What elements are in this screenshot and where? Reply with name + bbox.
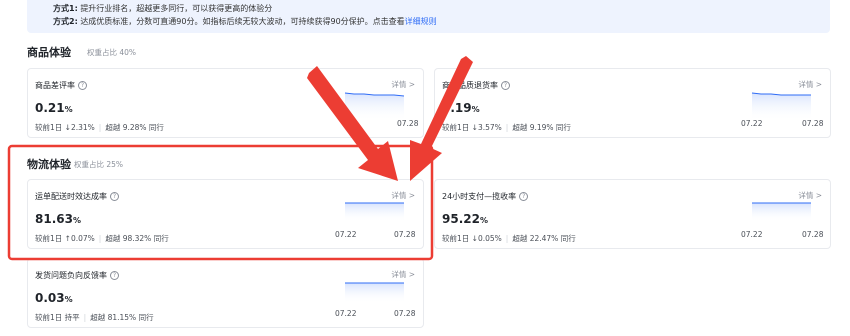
beat-text: 超越 9.19% 同行 (512, 123, 571, 132)
date-end: 07.28 (394, 230, 416, 239)
sparkline-chart (752, 202, 811, 222)
date-start: 07.22 (741, 230, 763, 239)
metric-name: 商品差评率 (35, 81, 75, 90)
divider: | (98, 123, 102, 132)
metric-value: 95.22 (442, 212, 480, 226)
beat-text: 超越 22.47% 同行 (512, 234, 576, 243)
metric-value: 81.63 (35, 212, 73, 226)
compare-label: 较前1日 (442, 234, 470, 243)
compare-value: 2.31% (70, 123, 95, 132)
date-start: 07.22 (741, 119, 763, 128)
metric-value: 0.19 (442, 101, 472, 115)
rules-link[interactable]: 详细规则 (405, 17, 437, 26)
metric-value: 0.03 (35, 291, 65, 305)
info-banner: 方式1: 提升行业排名，超越更多同行，可以获得更高的体验分 方式2: 达成优质标… (27, 0, 830, 33)
section-title-product: 商品体验 (27, 46, 71, 59)
compare-value: 持平 (64, 313, 80, 322)
compare-value: 0.05% (477, 234, 502, 243)
metric-name: 24小时支付—揽收率 (442, 192, 517, 201)
beat-text: 超越 9.28% 同行 (105, 123, 164, 132)
sparkline-chart (345, 282, 404, 303)
metric-unit: % (471, 105, 480, 114)
metric-unit: % (64, 295, 73, 304)
compare-label: 较前1日 (35, 123, 63, 132)
date-start: 07.22 (335, 230, 357, 239)
metric-value: 0.21 (35, 101, 65, 115)
compare-label: 较前1日 (35, 313, 63, 322)
help-icon[interactable]: ? (519, 192, 529, 201)
compare-value: 3.57% (477, 123, 502, 132)
divider: | (505, 234, 509, 243)
beat-text: 超越 81.15% 同行 (90, 313, 154, 322)
section-title-logistics: 物流体验 (27, 158, 71, 171)
metric-card-24h-pickup[interactable]: 24小时支付—揽收率? 详情 > 95.22% 较前1日 ↓0.05% | 超越 2… (434, 179, 831, 249)
metric-unit: % (72, 216, 81, 225)
info-line-2: 方式2: 达成优质标准，分数可直通90分。如指标后续无较大波动，可持续获得90分… (53, 17, 437, 26)
help-icon[interactable]: ? (501, 81, 510, 90)
info-line-1: 方式1: 提升行业排名，超越更多同行，可以获得更高的体验分 (53, 4, 273, 13)
metric-card-product-bad-review[interactable]: 商品差评率? 详情 > 0.21% 较前1日 ↓2.31% | 超越 9.28% 同… (27, 68, 424, 138)
metric-name: 发货问题负向反馈率 (35, 271, 107, 280)
metric-unit: % (64, 105, 73, 114)
date-end: 07.28 (802, 119, 824, 128)
date-end: 07.28 (802, 230, 824, 239)
metric-name: 商品品质退货率 (442, 81, 498, 90)
metric-card-shipping-feedback[interactable]: 发货问题负向反馈率? 详情 > 0.03% 较前1日 持平 | 超越 81.15% … (27, 258, 424, 328)
divider: | (98, 234, 102, 243)
compare-label: 较前1日 (35, 234, 63, 243)
help-icon[interactable]: ? (110, 271, 119, 280)
date-end: 07.28 (394, 309, 416, 318)
date-start: 07.22 (335, 309, 357, 318)
metric-card-quality-return[interactable]: 商品品质退货率? 详情 > 0.19% 较前1日 ↓3.57% | 超越 9.19%… (434, 68, 831, 138)
date-end: 07.28 (397, 119, 419, 128)
metric-name: 运单配送时效达成率 (35, 192, 107, 201)
divider: | (83, 313, 87, 322)
help-icon[interactable]: ? (78, 81, 87, 90)
compare-value: 0.07% (70, 234, 95, 243)
sparkline-chart (751, 92, 811, 121)
sparkline-chart (344, 92, 405, 121)
metric-card-delivery-ontime[interactable]: 运单配送时效达成率? 详情 > 81.63% 较前1日 ↑0.07% | 超越 98… (27, 179, 424, 249)
section-weight-product: 权重占比 40% (87, 48, 137, 57)
metric-unit: % (479, 216, 488, 225)
section-weight-logistics: 权重占比 25% (74, 160, 124, 169)
compare-label: 较前1日 (442, 123, 470, 132)
beat-text: 超越 98.32% 同行 (105, 234, 169, 243)
help-icon[interactable]: ? (110, 192, 119, 201)
divider: | (505, 123, 509, 132)
sparkline-chart (345, 202, 404, 222)
